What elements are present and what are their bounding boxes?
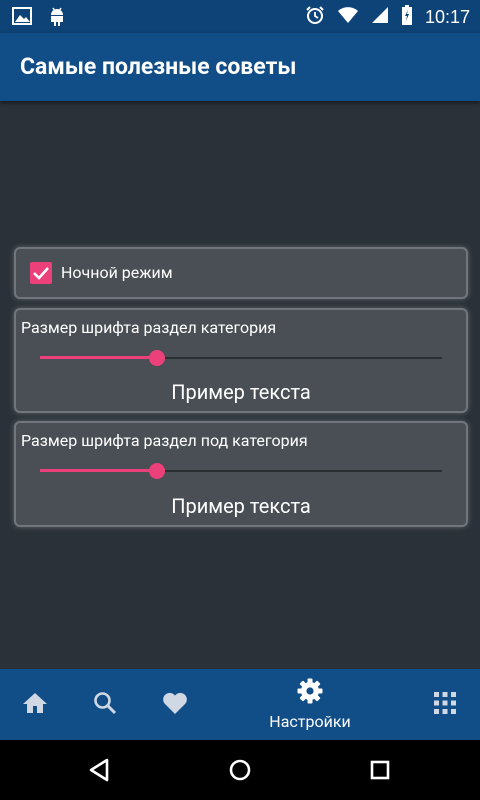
nav-apps[interactable] (425, 669, 465, 740)
apps-grid-icon (434, 691, 456, 718)
font-size-category-slider[interactable] (40, 348, 442, 368)
home-icon (22, 691, 48, 719)
wifi-icon (337, 6, 359, 28)
font-size-category-card: Размер шрифта раздел категория Пример те… (14, 308, 468, 413)
search-icon (93, 691, 117, 719)
back-icon[interactable] (88, 758, 110, 786)
alarm-icon (305, 5, 325, 29)
system-navigation-bar (0, 740, 480, 800)
font-size-subcategory-sample: Пример текста (171, 494, 311, 518)
bottom-navigation: Настройки (0, 669, 480, 740)
battery-icon (401, 5, 413, 29)
heart-icon (162, 691, 188, 719)
status-bar: 10:17 (0, 0, 480, 33)
font-size-category-label: Размер шрифта раздел категория (21, 318, 277, 337)
nav-settings-label: Настройки (269, 712, 351, 731)
home-circle-icon[interactable] (229, 759, 251, 785)
nav-search[interactable] (84, 669, 126, 740)
night-mode-checkbox[interactable] (30, 262, 52, 284)
nav-home[interactable] (14, 669, 56, 740)
night-mode-card: Ночной режим (14, 247, 468, 299)
night-mode-label[interactable]: Ночной режим (61, 263, 173, 282)
font-size-subcategory-label: Размер шрифта раздел под категория (21, 431, 308, 450)
slider-thumb[interactable] (148, 350, 165, 366)
page-title: Самые полезные советы (20, 53, 297, 80)
slider-thumb[interactable] (148, 463, 165, 479)
nav-settings[interactable]: Настройки (255, 669, 365, 740)
recents-icon[interactable] (370, 760, 390, 784)
app-bar: Самые полезные советы (0, 33, 480, 101)
cellular-signal-icon (371, 6, 389, 28)
nav-favorites[interactable] (154, 669, 196, 740)
font-size-category-sample: Пример текста (171, 380, 311, 404)
font-size-subcategory-card: Размер шрифта раздел под категория Приме… (14, 421, 468, 527)
image-notification-icon (12, 6, 32, 30)
slider-fill (40, 469, 157, 472)
slider-fill (40, 356, 157, 359)
gear-icon (297, 678, 323, 708)
font-size-subcategory-slider[interactable] (40, 461, 442, 481)
status-time: 10:17 (424, 6, 470, 27)
android-notification-icon (48, 6, 66, 30)
